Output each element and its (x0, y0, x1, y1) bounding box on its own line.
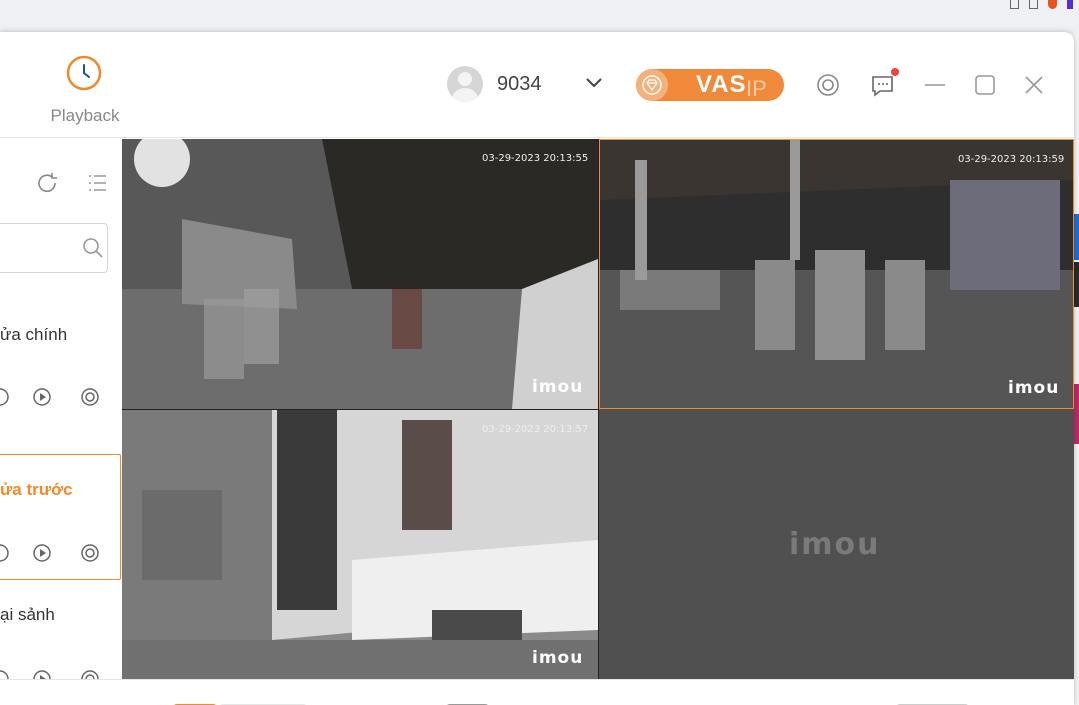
search-icon (83, 238, 103, 258)
play-icon[interactable] (30, 385, 54, 409)
play-icon[interactable] (30, 541, 54, 565)
device-name[interactable]: ửa chính (0, 325, 67, 345)
browser-toolbar-icons (1010, 0, 1073, 10)
tab-playback-label: Playback (50, 106, 120, 125)
device-settings-icon[interactable] (78, 385, 102, 409)
camera-timestamp: 03-29-2023 20:13:57 (482, 424, 589, 435)
browser-icon[interactable] (1010, 0, 1019, 9)
tab-playback[interactable]: Playback (42, 52, 128, 132)
shield-icon[interactable] (1048, 0, 1057, 9)
device-settings-icon[interactable] (78, 541, 102, 565)
user-account[interactable]: 9034 (447, 66, 542, 102)
vas-suffix: IP (746, 76, 767, 101)
maximize-icon[interactable] (972, 72, 998, 98)
device-sidebar: ửa chính ửa trước ại sảnh (0, 139, 122, 688)
notification-dot (891, 68, 899, 76)
list-item-selected[interactable] (0, 454, 121, 580)
imou-watermark: imou (532, 377, 584, 397)
user-id: 9034 (497, 72, 542, 95)
settings-icon[interactable] (815, 72, 841, 98)
imou-watermark: imou (1008, 378, 1060, 398)
list-view-icon[interactable] (85, 171, 109, 195)
avatar (447, 66, 483, 102)
camera-feed-image (600, 140, 1073, 408)
browser-icon[interactable] (1029, 0, 1038, 9)
diamond-icon (636, 69, 668, 101)
imou-watermark: imou (532, 648, 584, 668)
vas-badge[interactable]: VAS IP (636, 69, 784, 101)
imou-app-window: Playback 9034 VAS IP ửa chính ửa trước ạ… (0, 32, 1074, 705)
search-input[interactable] (0, 223, 108, 273)
device-action-icon[interactable] (0, 385, 12, 409)
extension-icon[interactable] (1067, 0, 1073, 9)
camera-grid: 03-29-2023 20:13:55 imou 03-29-2023 20:1… (122, 139, 1074, 679)
bottom-toolbar (0, 679, 1074, 705)
camera-view[interactable]: 03-29-2023 20:13:57 imou (122, 410, 598, 679)
refresh-icon[interactable] (35, 171, 59, 195)
vas-label: VAS (696, 71, 747, 98)
device-name[interactable]: ửa trước (0, 480, 73, 500)
browser-chrome-strip (0, 0, 1079, 34)
camera-timestamp: 03-29-2023 20:13:55 (482, 153, 589, 164)
empty-camera-slot[interactable]: imou (599, 409, 1074, 679)
close-icon[interactable] (1021, 72, 1047, 98)
camera-feed-image (122, 410, 598, 679)
top-bar: Playback 9034 VAS IP (0, 32, 1074, 138)
chevron-down-icon[interactable] (585, 76, 603, 88)
camera-timestamp: 03-29-2023 20:13:59 (958, 154, 1065, 165)
imou-logo: imou (789, 527, 881, 562)
clock-icon (66, 55, 102, 91)
camera-view[interactable]: 03-29-2023 20:13:55 imou (122, 139, 598, 409)
camera-feed-image (122, 139, 598, 409)
message-icon[interactable] (870, 72, 896, 98)
device-name[interactable]: ại sảnh (0, 605, 55, 625)
device-action-icon[interactable] (0, 541, 12, 565)
camera-view-selected[interactable]: 03-29-2023 20:13:59 imou (599, 139, 1074, 409)
minimize-icon[interactable] (922, 72, 948, 98)
